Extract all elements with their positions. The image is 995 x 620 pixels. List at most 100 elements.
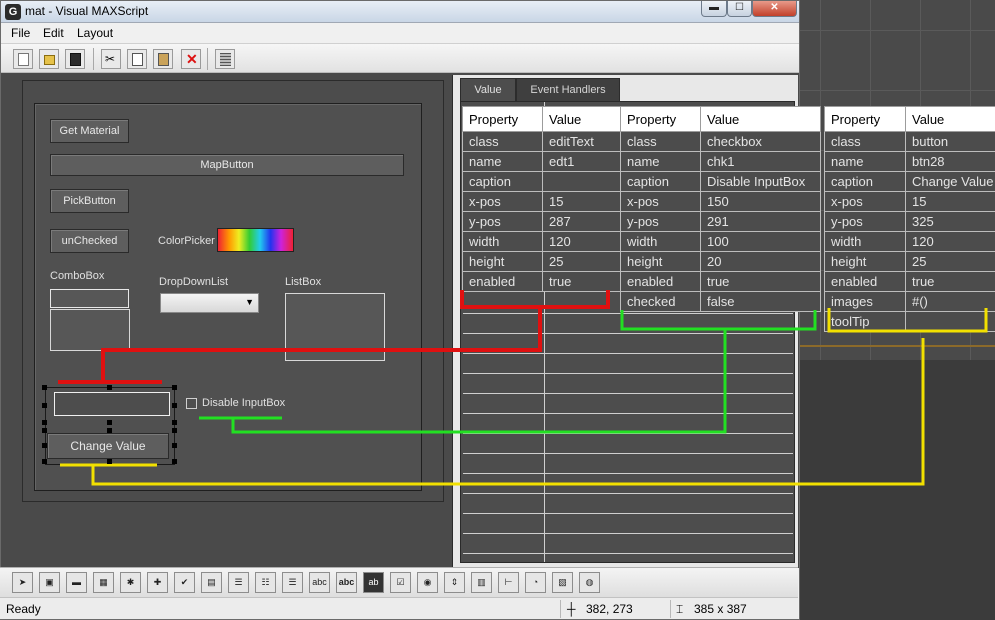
title-bar[interactable]: G mat - Visual MAXScript ▬ ☐ ✕ bbox=[1, 1, 799, 23]
property-value[interactable]: 25 bbox=[905, 251, 995, 272]
checkbutton-icon[interactable]: ✔ bbox=[174, 572, 195, 593]
menu-file[interactable]: File bbox=[11, 26, 30, 40]
listbox-icon[interactable]: ☰ bbox=[282, 572, 303, 593]
paste-icon[interactable] bbox=[153, 49, 173, 69]
property-row[interactable]: class button bbox=[824, 131, 995, 152]
property-row[interactable]: toolTip bbox=[824, 311, 995, 332]
open-icon[interactable] bbox=[39, 49, 59, 69]
new-icon[interactable] bbox=[13, 49, 33, 69]
property-value[interactable]: 100 bbox=[700, 231, 821, 252]
combobox-list[interactable] bbox=[50, 309, 130, 351]
property-value[interactable]: false bbox=[700, 291, 821, 312]
property-row[interactable]: enabled true bbox=[620, 271, 821, 292]
property-value[interactable]: btn28 bbox=[905, 151, 995, 172]
property-value[interactable]: 20 bbox=[700, 251, 821, 272]
property-row[interactable]: y-pos 291 bbox=[620, 211, 821, 232]
property-row[interactable]: width 120 bbox=[824, 231, 995, 252]
spinner-icon[interactable]: ⇕ bbox=[444, 572, 465, 593]
colorpicker-swatch[interactable] bbox=[217, 228, 294, 252]
groupbox-icon[interactable]: ab bbox=[363, 572, 384, 593]
select-arrow-icon[interactable]: ➤ bbox=[12, 572, 33, 593]
property-value[interactable]: 120 bbox=[905, 231, 995, 252]
property-row[interactable]: class checkbox bbox=[620, 131, 821, 152]
minimize-button[interactable]: ▬ bbox=[701, 1, 727, 17]
materialbutton-icon[interactable]: ✱ bbox=[120, 572, 141, 593]
property-value[interactable] bbox=[542, 171, 621, 192]
colorpicker-icon[interactable]: ▤ bbox=[201, 572, 222, 593]
mapbutton[interactable]: MapButton bbox=[50, 154, 404, 176]
property-value[interactable]: 287 bbox=[542, 211, 621, 232]
property-row[interactable]: checked false bbox=[620, 291, 821, 312]
property-value[interactable]: 15 bbox=[542, 191, 621, 212]
property-value[interactable]: button bbox=[905, 131, 995, 152]
property-row[interactable]: x-pos 150 bbox=[620, 191, 821, 212]
property-row[interactable]: name btn28 bbox=[824, 151, 995, 172]
property-value[interactable]: Disable InputBox bbox=[700, 171, 821, 192]
property-row[interactable]: class editText bbox=[462, 131, 621, 152]
menu-edit[interactable]: Edit bbox=[43, 26, 64, 40]
radiobutton-icon[interactable]: ◉ bbox=[417, 572, 438, 593]
property-value[interactable]: 325 bbox=[905, 211, 995, 232]
tab-event-handlers[interactable]: Event Handlers bbox=[516, 78, 620, 101]
combobox-edit[interactable] bbox=[50, 289, 129, 308]
slider-icon[interactable]: ⊢ bbox=[498, 572, 519, 593]
property-value[interactable]: #() bbox=[905, 291, 995, 312]
listbox[interactable] bbox=[285, 293, 385, 361]
property-value[interactable]: 291 bbox=[700, 211, 821, 232]
dropdownlist-icon[interactable]: ☷ bbox=[255, 572, 276, 593]
property-row[interactable]: height 25 bbox=[462, 251, 621, 272]
property-value[interactable]: editText bbox=[542, 131, 621, 152]
dropdownlist[interactable]: ▼ bbox=[160, 293, 259, 313]
activex-icon[interactable]: ▧ bbox=[552, 572, 573, 593]
edittext-field[interactable] bbox=[54, 392, 170, 416]
progressbar-icon[interactable]: ▥ bbox=[471, 572, 492, 593]
property-row[interactable]: y-pos 287 bbox=[462, 211, 621, 232]
property-row[interactable]: images #() bbox=[824, 291, 995, 312]
tab-value[interactable]: Value bbox=[460, 78, 516, 101]
property-row[interactable]: width 120 bbox=[462, 231, 621, 252]
property-row[interactable]: enabled true bbox=[462, 271, 621, 292]
label-icon[interactable]: abc bbox=[336, 572, 357, 593]
disable-inputbox-checkbox[interactable] bbox=[186, 398, 197, 409]
edittext-icon[interactable]: abc bbox=[309, 572, 330, 593]
property-value[interactable]: true bbox=[905, 271, 995, 292]
mapbutton-icon[interactable]: ▦ bbox=[93, 572, 114, 593]
cut-icon[interactable]: ✂ bbox=[101, 49, 121, 69]
button-icon[interactable]: ▬ bbox=[66, 572, 87, 593]
property-row[interactable]: height 20 bbox=[620, 251, 821, 272]
property-row[interactable]: x-pos 15 bbox=[462, 191, 621, 212]
property-row[interactable]: width 100 bbox=[620, 231, 821, 252]
property-value[interactable] bbox=[905, 311, 995, 332]
pickbutton-icon[interactable]: ✚ bbox=[147, 572, 168, 593]
property-value[interactable]: true bbox=[700, 271, 821, 292]
copy-icon[interactable] bbox=[127, 49, 147, 69]
get-material-button[interactable]: Get Material bbox=[50, 119, 129, 143]
bitmap-icon[interactable]: ▣ bbox=[39, 572, 60, 593]
combobox-icon[interactable]: ☰ bbox=[228, 572, 249, 593]
change-value-button[interactable]: Change Value bbox=[47, 433, 169, 459]
property-row[interactable]: caption bbox=[462, 171, 621, 192]
property-value[interactable]: edt1 bbox=[542, 151, 621, 172]
timer-icon[interactable]: ◔ bbox=[525, 572, 546, 593]
property-row[interactable]: caption Change Value bbox=[824, 171, 995, 192]
property-row[interactable]: caption Disable InputBox bbox=[620, 171, 821, 192]
property-row[interactable]: enabled true bbox=[824, 271, 995, 292]
angle-icon[interactable]: ◍ bbox=[579, 572, 600, 593]
maximize-button[interactable]: ☐ bbox=[727, 1, 752, 17]
menu-layout[interactable]: Layout bbox=[77, 26, 113, 40]
property-value[interactable]: 150 bbox=[700, 191, 821, 212]
property-value[interactable]: 25 bbox=[542, 251, 621, 272]
property-value[interactable]: Change Value bbox=[905, 171, 995, 192]
property-row[interactable]: name edt1 bbox=[462, 151, 621, 172]
pickbutton[interactable]: PickButton bbox=[50, 189, 129, 213]
checkbox-icon[interactable]: ☑ bbox=[390, 572, 411, 593]
grid-icon[interactable] bbox=[215, 49, 235, 69]
property-value[interactable]: 120 bbox=[542, 231, 621, 252]
save-icon[interactable] bbox=[65, 49, 85, 69]
property-row[interactable]: name chk1 bbox=[620, 151, 821, 172]
close-button[interactable]: ✕ bbox=[752, 1, 797, 17]
property-value[interactable]: true bbox=[542, 271, 621, 292]
property-value[interactable]: chk1 bbox=[700, 151, 821, 172]
property-value[interactable]: checkbox bbox=[700, 131, 821, 152]
property-row[interactable]: height 25 bbox=[824, 251, 995, 272]
